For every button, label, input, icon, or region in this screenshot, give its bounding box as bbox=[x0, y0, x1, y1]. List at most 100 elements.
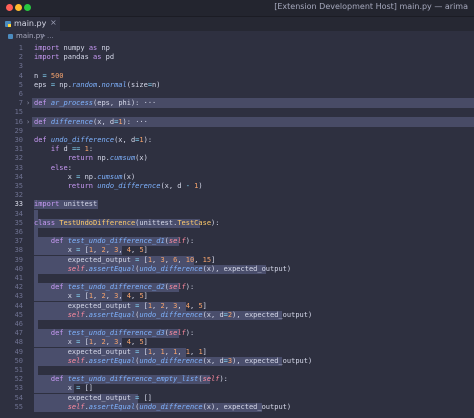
code-token: self bbox=[168, 329, 186, 338]
code-token: undo_difference bbox=[139, 402, 203, 411]
code-token: ) bbox=[198, 182, 203, 190]
code-token: undo_difference bbox=[139, 310, 203, 319]
code-token: [ bbox=[139, 301, 148, 310]
tab-close-icon[interactable]: × bbox=[50, 18, 57, 27]
code-token: np. bbox=[93, 154, 110, 163]
code-token: test_undo_difference_d3 bbox=[67, 329, 165, 338]
code-token: ): bbox=[185, 283, 195, 292]
code-token: , bbox=[194, 255, 203, 264]
code-token: ), expected_output) bbox=[232, 356, 313, 365]
code-token: (x), expected_output) bbox=[202, 264, 292, 273]
code-token: TestUndoDifference bbox=[59, 218, 136, 227]
code-token: import bbox=[34, 200, 60, 209]
code-token: d bbox=[59, 145, 72, 154]
title-bar: [Extension Development Host] main.py — a… bbox=[0, 0, 474, 17]
code-token: 1 bbox=[80, 145, 89, 154]
code-token: numpy bbox=[59, 44, 89, 52]
code-token: , bbox=[164, 301, 174, 310]
code-token: ): bbox=[211, 218, 220, 227]
code-token: ), expected_output) bbox=[232, 310, 313, 319]
code-token: expected_output bbox=[34, 301, 136, 310]
code-token: self bbox=[202, 375, 220, 384]
code-token: ··· bbox=[143, 99, 157, 108]
code-token: assertEqual bbox=[88, 356, 136, 365]
code-token: x bbox=[34, 172, 77, 181]
tab-label: main.py bbox=[14, 19, 47, 28]
code-token: self bbox=[67, 310, 85, 319]
code-token: (x) bbox=[122, 172, 136, 181]
code-token: [ bbox=[139, 255, 148, 264]
code-token: (x, d bbox=[202, 356, 224, 365]
code-token: expected_output bbox=[34, 347, 136, 356]
code-text: self.assertEqual(undo_difference(x), exp… bbox=[34, 402, 291, 412]
code-token: self bbox=[67, 264, 85, 273]
code-token: x bbox=[34, 246, 77, 255]
code-token: [ bbox=[80, 292, 89, 301]
code-token: def bbox=[50, 375, 64, 384]
code-token: , bbox=[177, 301, 186, 310]
code-token: , bbox=[105, 338, 115, 347]
code-token: class bbox=[34, 218, 56, 227]
code-token: , bbox=[105, 246, 115, 255]
code-token: x bbox=[34, 292, 77, 301]
code-token: def bbox=[50, 329, 64, 338]
code-token: self bbox=[168, 283, 186, 292]
code-line[interactable]: 55 self.assertEqual(undo_difference(x), … bbox=[0, 402, 474, 412]
code-token: undo_difference bbox=[139, 264, 203, 273]
code-token: (x, d bbox=[202, 310, 224, 319]
code-token: [] bbox=[80, 384, 94, 393]
code-token: 500 bbox=[46, 71, 64, 80]
code-token: ] bbox=[202, 301, 207, 310]
code-token: ): bbox=[219, 375, 228, 384]
code-token: cumsum bbox=[109, 154, 136, 163]
code-token: [ bbox=[80, 246, 89, 255]
python-file-icon bbox=[8, 34, 13, 39]
code-token: , bbox=[164, 347, 174, 356]
code-token: import bbox=[34, 53, 60, 62]
code-token: cumsum bbox=[97, 172, 123, 181]
code-token: return bbox=[67, 182, 94, 190]
code-token: , bbox=[118, 292, 127, 301]
code-token: else bbox=[50, 163, 68, 172]
code-token: test_undo_difference_d2 bbox=[67, 283, 165, 292]
code-token: expected_output bbox=[34, 393, 136, 402]
code-token: expected_output bbox=[34, 255, 136, 264]
code-token: x bbox=[34, 338, 77, 347]
code-token: (x, d bbox=[160, 182, 186, 190]
code-token: undo_difference bbox=[97, 182, 161, 190]
code-editor[interactable]: 1 import numpy as np 2 import pandas as pd 3… bbox=[0, 43, 474, 418]
code-token: [] bbox=[139, 393, 153, 402]
code-token: 15 bbox=[202, 255, 212, 264]
code-token: ar_process bbox=[50, 99, 94, 108]
code-token: (unittest. bbox=[135, 218, 178, 227]
code-token: def bbox=[50, 237, 64, 246]
code-token: , bbox=[118, 246, 127, 255]
code-token: [ bbox=[80, 338, 89, 347]
code-token: unittest bbox=[59, 200, 98, 209]
tab-main-py[interactable]: main.py × bbox=[0, 17, 60, 31]
code-token: test_undo_difference_d1 bbox=[67, 237, 165, 246]
code-token: , bbox=[118, 338, 127, 347]
code-token: ): bbox=[185, 329, 195, 338]
code-token: (x) bbox=[135, 154, 148, 163]
code-token: , bbox=[177, 347, 186, 356]
code-token: ): bbox=[185, 237, 195, 246]
breadcrumb-separator: > bbox=[40, 32, 46, 40]
code-token: n) bbox=[152, 80, 161, 89]
code-token: ] bbox=[143, 338, 148, 347]
code-token: eps bbox=[34, 80, 51, 89]
tab-bar: main.py × bbox=[0, 17, 474, 31]
code-token: def bbox=[34, 136, 47, 144]
breadcrumb-symbol[interactable]: ... bbox=[47, 32, 54, 40]
editor-window: [Extension Development Host] main.py — a… bbox=[0, 0, 474, 418]
